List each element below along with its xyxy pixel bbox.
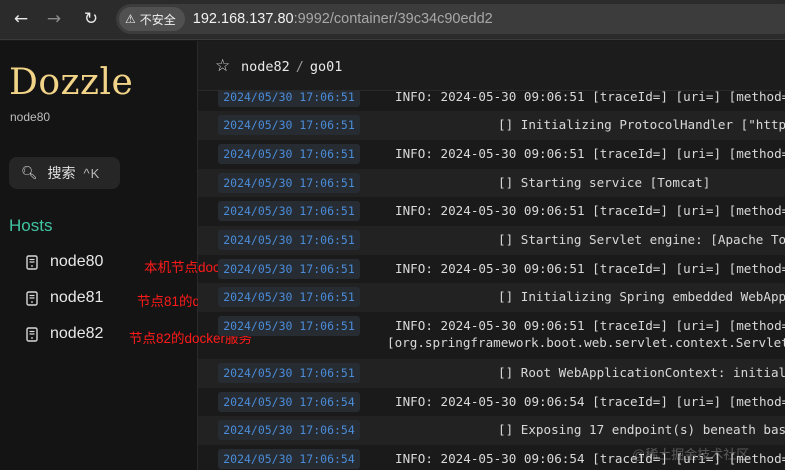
forward-arrow-icon[interactable]: →	[41, 6, 67, 32]
log-timestamp: 2024/05/30 17:06:51	[218, 173, 360, 193]
log-message: [] Initializing Spring embedded WebAppli…	[498, 289, 785, 304]
search-icon: 🔍︎	[21, 165, 38, 181]
log-row: 2024/05/30 17:06:51 [] Initializing Sprin…	[198, 283, 785, 312]
log-timestamp: 2024/05/30 17:06:51	[218, 201, 360, 221]
host-name: node81	[50, 289, 104, 306]
log-message-line: [] Exposing 17 endpoint(s) beneath base …	[498, 422, 785, 437]
search-button[interactable]: 🔍︎ 搜索 ^K	[9, 157, 120, 189]
log-message-line: [] Initializing ProtocolHandler ["http-n…	[498, 117, 785, 132]
breadcrumb-separator: /	[295, 59, 304, 75]
log-row: 2024/05/30 17:06:51 INFO: 2024-05-30 09:0…	[198, 91, 785, 111]
log-message-line: INFO: 2024-05-30 09:06:54 [traceId=] [ur…	[395, 394, 785, 409]
log-message-line: INFO: 2024-05-30 09:06:51 [traceId=] [ur…	[395, 318, 785, 333]
security-label: 不安全	[139, 12, 176, 27]
log-message-line: [] Root WebApplicationContext: initializ…	[498, 365, 785, 380]
log-timestamp: 2024/05/30 17:06:51	[218, 144, 360, 164]
sidebar-host-node82[interactable]: node82	[26, 322, 103, 346]
reload-icon[interactable]: ↻	[78, 6, 104, 32]
log-timestamp: 2024/05/30 17:06:51	[218, 287, 360, 307]
back-arrow-icon[interactable]: ←	[8, 6, 34, 32]
breadcrumb-host[interactable]: node82	[241, 59, 290, 75]
search-shortcut: ^K	[83, 165, 101, 181]
warning-icon: ⚠	[125, 12, 136, 26]
log-viewer[interactable]: 2024/05/30 17:06:51 INFO: 2024-05-30 09:0…	[198, 91, 785, 470]
watermark: @稀土掘金技术社区	[632, 447, 750, 462]
log-row: 2024/05/30 17:06:51 [] Initializing Proto…	[198, 111, 785, 140]
log-row: 2024/05/30 17:06:51 INFO: 2024-05-30 09:0…	[198, 255, 785, 283]
url-path: :9992/container/39c34c90edd2	[293, 11, 493, 27]
log-message-line: INFO: 2024-05-30 09:06:51 [traceId=] [ur…	[395, 203, 785, 218]
log-message: [] Root WebApplicationContext: initializ…	[498, 365, 785, 380]
log-timestamp: 2024/05/30 17:06:51	[218, 316, 360, 336]
log-row: 2024/05/30 17:06:51 [] Starting Servlet e…	[198, 226, 785, 255]
search-label: 搜索	[47, 165, 76, 181]
log-message-line: [] Initializing Spring embedded WebAppli…	[498, 289, 785, 304]
app-logo[interactable]: Dozzle	[9, 62, 133, 103]
log-message: [] Starting service [Tomcat]	[498, 175, 710, 190]
log-message: INFO: 2024-05-30 09:06:51 [traceId=] [ur…	[395, 91, 785, 104]
log-timestamp: 2024/05/30 17:06:51	[218, 363, 360, 383]
browser-toolbar: ← → ↻ ⚠ 不安全 192.168.137.80:9992/containe…	[0, 0, 785, 40]
log-message: INFO: 2024-05-30 09:06:54 [traceId=] [ur…	[395, 394, 785, 409]
server-icon	[26, 326, 38, 342]
log-message-line: INFO: 2024-05-30 09:06:51 [traceId=] [ur…	[395, 146, 785, 161]
log-message: [] Exposing 17 endpoint(s) beneath base …	[498, 422, 785, 437]
breadcrumb-container: go01	[309, 59, 343, 75]
log-timestamp: 2024/05/30 17:06:51	[218, 259, 360, 279]
security-indicator[interactable]: ⚠ 不安全	[119, 7, 185, 31]
log-timestamp: 2024/05/30 17:06:54	[218, 420, 360, 440]
log-message: [] Initializing ProtocolHandler ["http-n…	[498, 117, 785, 132]
log-message: INFO: 2024-05-30 09:06:51 [traceId=] [ur…	[395, 146, 785, 161]
hosts-section-title: Hosts	[9, 216, 53, 235]
log-timestamp: 2024/05/30 17:06:51	[218, 91, 360, 107]
star-icon[interactable]: ☆	[215, 56, 230, 76]
log-timestamp: 2024/05/30 17:06:51	[218, 115, 360, 135]
log-message-continuation: [org.springframework.boot.web.servlet.co…	[387, 335, 785, 350]
log-message-line: [] Starting service [Tomcat]	[498, 175, 711, 190]
log-row: 2024/05/30 17:06:51 INFO: 2024-05-30 09:0…	[198, 140, 785, 169]
log-row: 2024/05/30 17:06:51 [] Root WebApplicatio…	[198, 359, 785, 388]
log-timestamp: 2024/05/30 17:06:54	[218, 449, 360, 469]
log-message: INFO: 2024-05-30 09:06:51 [traceId=] [ur…	[387, 318, 785, 350]
log-timestamp: 2024/05/30 17:06:54	[218, 392, 360, 412]
current-host-label: node80	[10, 110, 51, 124]
log-timestamp: 2024/05/30 17:06:51	[218, 230, 360, 250]
sidebar-host-node81[interactable]: node81	[26, 286, 103, 310]
server-icon	[26, 290, 38, 306]
host-name: node82	[50, 325, 104, 342]
log-message: [] Starting Servlet engine: [Apache Tomc…	[498, 232, 785, 247]
container-header: ☆ node82 / go01	[198, 41, 785, 91]
url-host: 192.168.137.80	[192, 11, 294, 27]
sidebar-host-node80[interactable]: node80	[26, 250, 103, 274]
log-message-line: INFO: 2024-05-30 09:06:51 [traceId=] [ur…	[395, 91, 785, 104]
server-icon	[26, 254, 38, 270]
breadcrumb: node82 / go01	[241, 59, 342, 75]
log-row: 2024/05/30 17:06:51 [] Starting service […	[198, 169, 785, 197]
log-row: 2024/05/30 17:06:51 INFO: 2024-05-30 09:0…	[198, 312, 785, 359]
log-row: 2024/05/30 17:06:54 [] Exposing 17 endpoi…	[198, 416, 785, 445]
log-row: 2024/05/30 17:06:54 INFO: 2024-05-30 09:0…	[198, 388, 785, 416]
log-message-line: INFO: 2024-05-30 09:06:51 [traceId=] [ur…	[395, 261, 785, 276]
log-row: 2024/05/30 17:06:51 INFO: 2024-05-30 09:0…	[198, 197, 785, 226]
log-message: INFO: 2024-05-30 09:06:51 [traceId=] [ur…	[395, 261, 785, 276]
log-message-line: [] Starting Servlet engine: [Apache Tomc…	[498, 232, 785, 247]
host-name: node80	[50, 253, 104, 270]
log-message: INFO: 2024-05-30 09:06:51 [traceId=] [ur…	[395, 203, 785, 218]
url-text[interactable]: 192.168.137.80:9992/container/39c34c90ed…	[193, 11, 493, 27]
address-bar[interactable]: ⚠ 不安全 192.168.137.80:9992/container/39c3…	[116, 4, 785, 34]
